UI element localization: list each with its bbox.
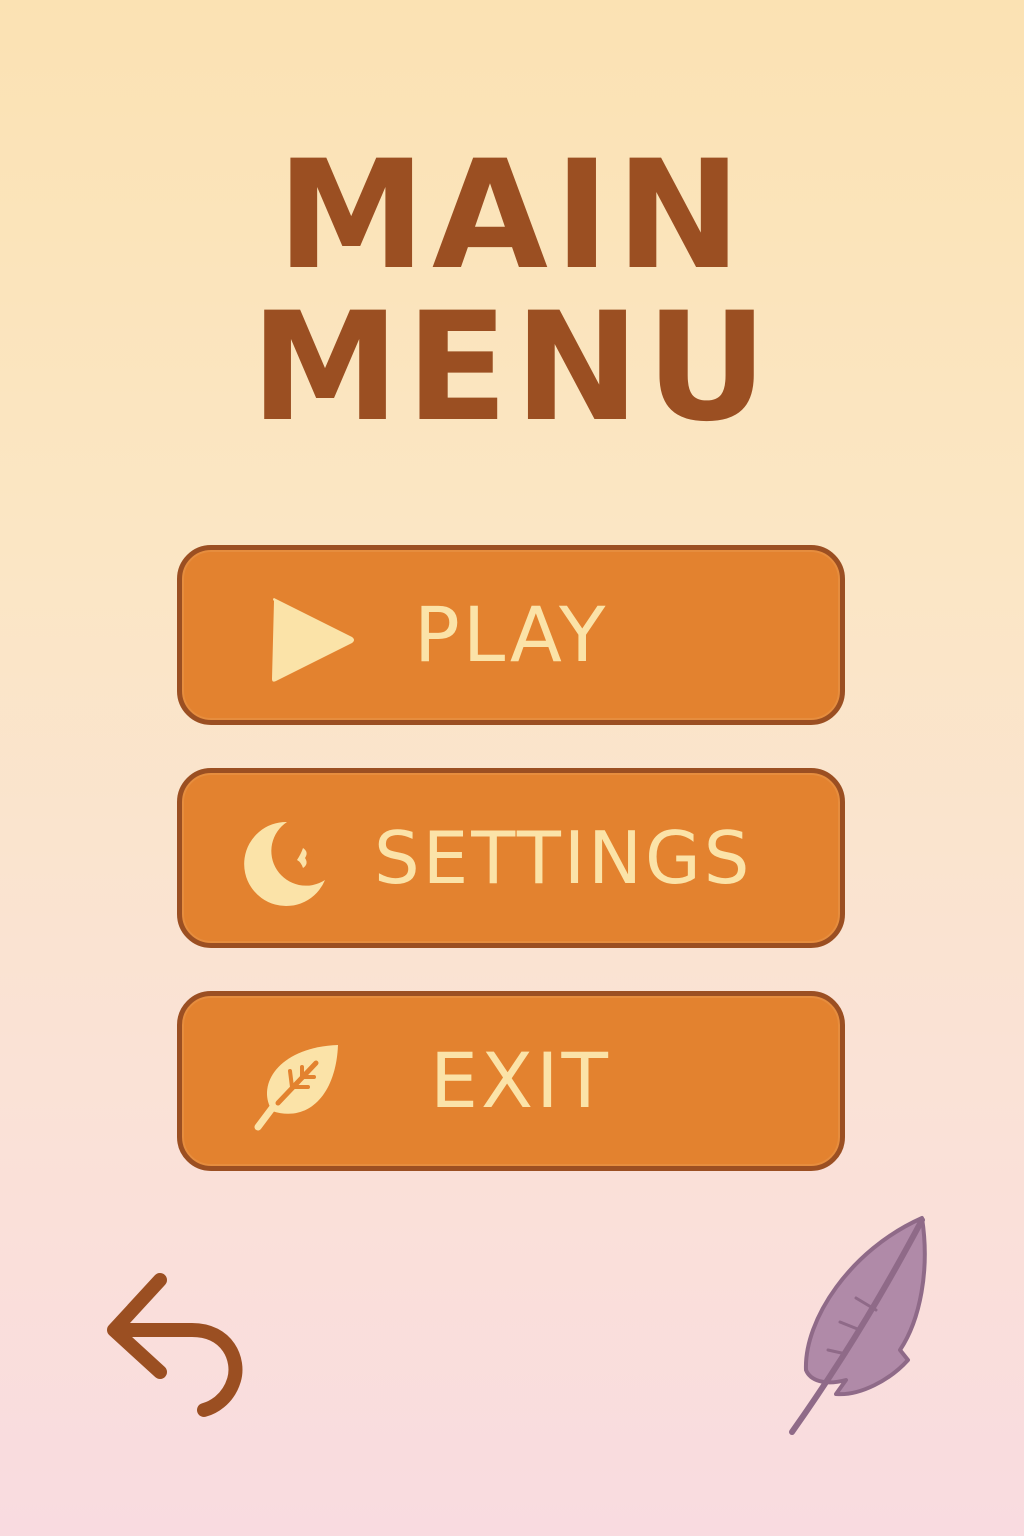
leaf-icon bbox=[254, 1045, 338, 1131]
title-line-main: MAIN bbox=[276, 129, 748, 303]
page-title: MAIN MENU bbox=[0, 140, 1024, 444]
exit-button[interactable]: EXIT bbox=[177, 991, 845, 1171]
title-line-menu: MENU bbox=[250, 281, 774, 455]
settings-button[interactable]: SETTINGS bbox=[177, 768, 845, 948]
play-icon bbox=[272, 598, 354, 682]
play-button[interactable]: PLAY bbox=[177, 545, 845, 725]
back-arrow-icon[interactable] bbox=[100, 1268, 250, 1418]
play-button-label: PLAY bbox=[414, 590, 609, 679]
moon-icon bbox=[244, 821, 325, 906]
settings-button-label: SETTINGS bbox=[374, 816, 753, 900]
exit-button-label: EXIT bbox=[430, 1036, 611, 1125]
feather-icon bbox=[789, 1216, 927, 1435]
